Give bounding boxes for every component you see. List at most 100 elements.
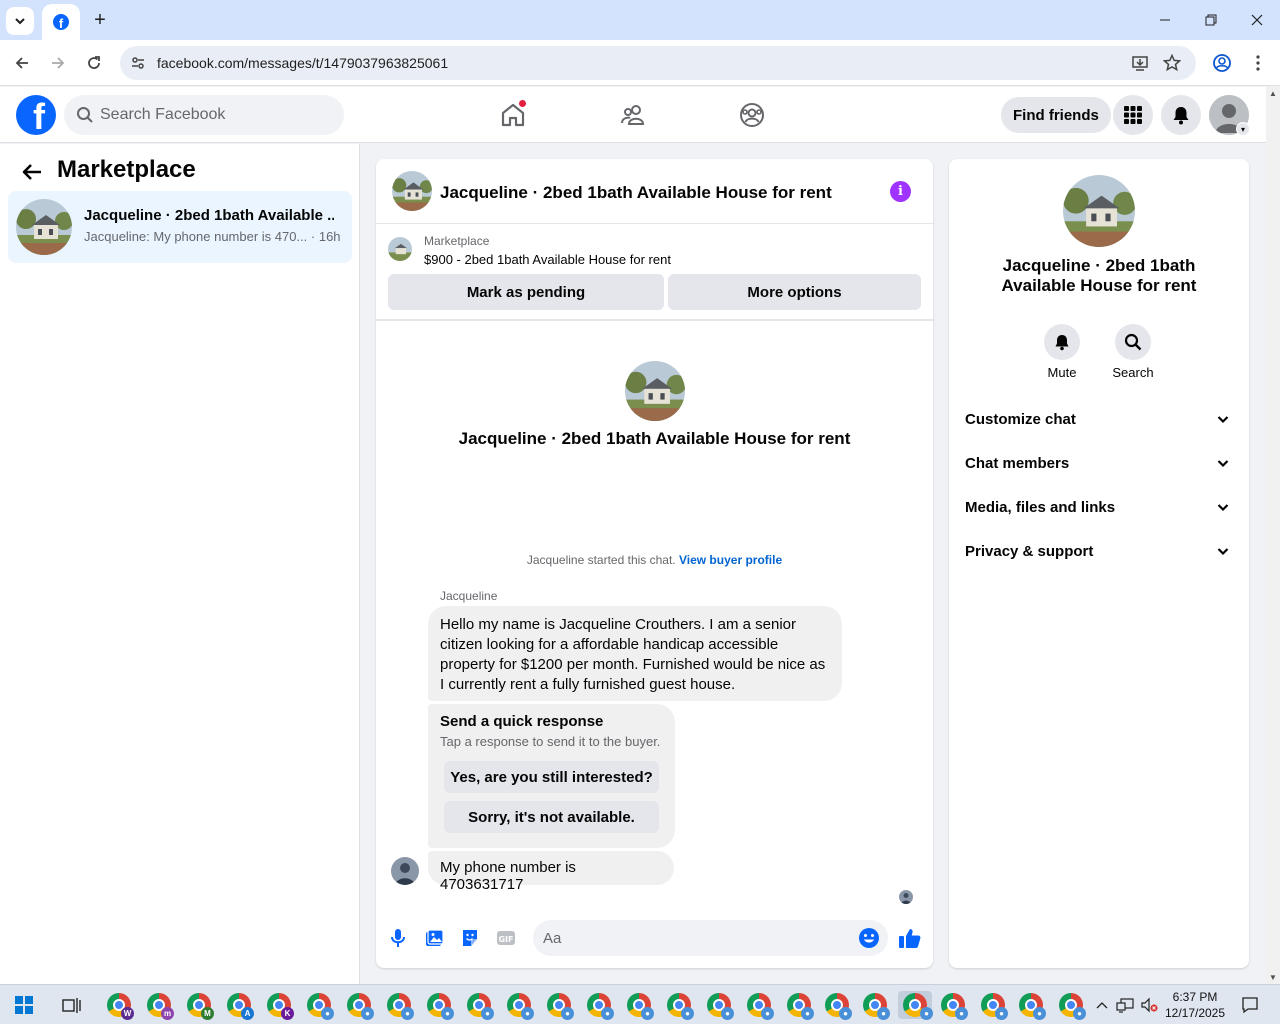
listing-thumbnail[interactable]: [388, 237, 412, 261]
scroll-up-icon[interactable]: ▲: [1269, 89, 1277, 98]
windows-logo-icon: [15, 996, 33, 1014]
taskbar-chrome-window[interactable]: ●: [745, 991, 774, 1020]
action-center-button[interactable]: [1236, 991, 1264, 1019]
network-status[interactable]: [1114, 991, 1136, 1019]
mark-as-pending-button[interactable]: Mark as pending: [388, 274, 664, 310]
bookmark-star-icon[interactable]: [1162, 53, 1182, 73]
bell-icon: [1173, 107, 1189, 125]
quick-reply-not-available-button[interactable]: Sorry, it's not available.: [444, 801, 659, 833]
install-app-icon[interactable]: [1130, 53, 1150, 73]
chat-header-thumbnail[interactable]: [392, 171, 432, 211]
menu-button[interactable]: [1113, 95, 1153, 135]
close-window-button[interactable]: [1234, 0, 1280, 40]
taskbar-chrome-window[interactable]: ●: [385, 991, 414, 1020]
taskbar-chrome-window[interactable]: ●: [823, 991, 852, 1020]
taskbar-chrome-window[interactable]: ●: [305, 991, 334, 1020]
view-buyer-profile-link[interactable]: View buyer profile: [679, 553, 782, 567]
mute-action[interactable]: Mute: [1032, 324, 1092, 380]
gif-button[interactable]: GIF: [494, 926, 518, 950]
start-button[interactable]: [10, 991, 38, 1019]
customize-chat-row[interactable]: Customize chat: [957, 400, 1241, 440]
nav-groups[interactable]: [732, 95, 772, 135]
facebook-logo[interactable]: f: [16, 95, 56, 135]
back-button[interactable]: [8, 49, 36, 77]
facebook-search[interactable]: [64, 95, 344, 135]
chat-members-row[interactable]: Chat members: [957, 444, 1241, 484]
tab-search-button[interactable]: [6, 7, 34, 35]
taskbar-chrome-window[interactable]: ●: [1057, 991, 1086, 1020]
browser-tab-facebook[interactable]: f: [42, 4, 80, 40]
address-bar[interactable]: facebook.com/messages/t/1479037963825061: [120, 46, 1196, 80]
new-tab-button[interactable]: +: [88, 8, 112, 32]
page-scrollbar[interactable]: ▲ ▼: [1266, 87, 1280, 984]
more-options-button[interactable]: More options: [668, 274, 921, 310]
minimize-button[interactable]: [1142, 0, 1188, 40]
taskbar-chrome-window[interactable]: ●: [545, 991, 574, 1020]
like-button[interactable]: [898, 926, 922, 950]
info-icon[interactable]: i: [890, 181, 911, 202]
taskbar-chrome-window[interactable]: ●: [861, 991, 890, 1020]
chevron-down-icon[interactable]: ▾: [1236, 122, 1250, 136]
search-input[interactable]: [100, 95, 330, 135]
listing-title[interactable]: $900 - 2bed 1bath Available House for re…: [424, 252, 671, 267]
taskbar-chrome-window[interactable]: ●: [425, 991, 454, 1020]
voice-clip-button[interactable]: [386, 926, 410, 950]
taskbar-chrome-window[interactable]: ●: [1017, 991, 1046, 1020]
quick-reply-interested-button[interactable]: Yes, are you still interested?: [444, 761, 659, 793]
row-label: Customize chat: [965, 411, 1076, 428]
sticker-button[interactable]: [458, 926, 482, 950]
forward-button[interactable]: [44, 49, 72, 77]
notifications-button[interactable]: [1161, 95, 1201, 135]
task-view-button[interactable]: [58, 991, 86, 1019]
scroll-down-icon[interactable]: ▼: [1269, 973, 1277, 982]
taskbar-chrome-profile-a[interactable]: A: [225, 991, 254, 1020]
site-settings-icon[interactable]: [128, 53, 148, 73]
facebook-icon: f: [53, 14, 69, 30]
message-bubble[interactable]: Hello my name is Jacqueline Crouthers. I…: [428, 606, 842, 701]
conversation-item[interactable]: Jacqueline · 2bed 1bath Available ... Ja…: [8, 191, 352, 263]
show-hidden-icons-button[interactable]: [1094, 991, 1110, 1019]
reload-button[interactable]: [80, 49, 108, 77]
restore-button[interactable]: [1188, 0, 1234, 40]
browser-toolbar: facebook.com/messages/t/1479037963825061: [0, 40, 1280, 86]
profile-button[interactable]: [1208, 49, 1236, 77]
volume-muted-icon: [1141, 997, 1158, 1013]
taskbar-chrome-profile-w[interactable]: W: [105, 991, 134, 1020]
taskbar-chrome-window[interactable]: ●: [785, 991, 814, 1020]
media-files-links-row[interactable]: Media, files and links: [957, 488, 1241, 528]
browser-menu-button[interactable]: [1244, 49, 1272, 77]
taskbar-chrome-profile-m2[interactable]: M: [185, 991, 214, 1020]
url-text[interactable]: facebook.com/messages/t/1479037963825061: [157, 55, 448, 71]
details-thumbnail[interactable]: [1063, 175, 1135, 247]
taskbar-chrome-window-active[interactable]: ●: [898, 991, 933, 1020]
taskbar-chrome-profile-m[interactable]: m: [145, 991, 174, 1020]
taskbar-chrome-window[interactable]: ●: [939, 991, 968, 1020]
taskbar-clock[interactable]: 6:37 PM 12/17/2025: [1160, 989, 1230, 1021]
message-input[interactable]: [543, 920, 843, 956]
chat-header-title[interactable]: Jacqueline · 2bed 1bath Available House …: [440, 183, 832, 203]
taskbar-chrome-window[interactable]: ●: [585, 991, 614, 1020]
search-in-chat-button[interactable]: [1115, 324, 1151, 360]
nav-friends[interactable]: [613, 95, 653, 135]
nav-home[interactable]: [493, 95, 533, 135]
find-friends-button[interactable]: Find friends: [1001, 97, 1111, 133]
taskbar-chrome-window[interactable]: ●: [345, 991, 374, 1020]
attach-photo-button[interactable]: [422, 926, 446, 950]
taskbar-chrome-window[interactable]: ●: [505, 991, 534, 1020]
message-bubble[interactable]: My phone number is 4703631717: [428, 851, 674, 893]
taskbar-chrome-window[interactable]: ●: [465, 991, 494, 1020]
emoji-icon[interactable]: [858, 927, 880, 954]
privacy-support-row[interactable]: Privacy & support: [957, 532, 1241, 572]
taskbar-chrome-profile-k[interactable]: K: [265, 991, 294, 1020]
profile-person-icon: ●: [561, 1007, 574, 1020]
taskbar-chrome-window[interactable]: ●: [625, 991, 654, 1020]
taskbar-chrome-window[interactable]: ●: [665, 991, 694, 1020]
back-to-marketplace-button[interactable]: [16, 158, 48, 186]
mute-button[interactable]: [1044, 324, 1080, 360]
message-composer[interactable]: [533, 920, 888, 956]
search-action[interactable]: Search: [1103, 324, 1163, 380]
sender-avatar[interactable]: [391, 857, 419, 885]
taskbar-chrome-window[interactable]: ●: [705, 991, 734, 1020]
taskbar-chrome-window[interactable]: ●: [979, 991, 1008, 1020]
volume-control[interactable]: [1138, 991, 1160, 1019]
